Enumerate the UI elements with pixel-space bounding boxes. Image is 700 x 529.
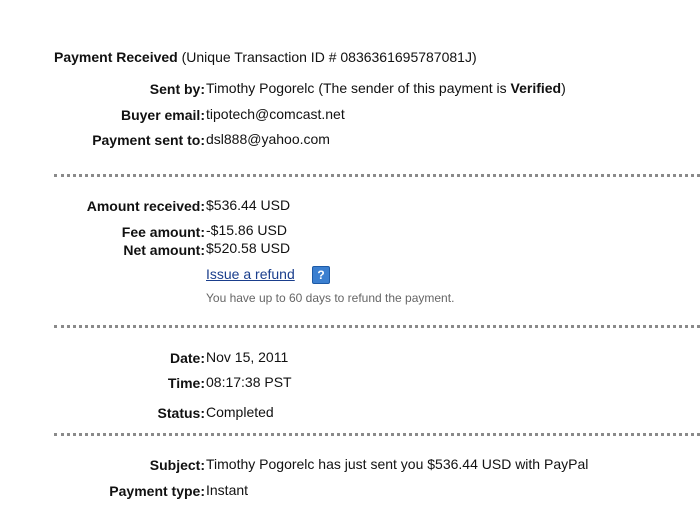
page-title: Payment Received [54, 49, 178, 65]
buyer-email-value: tipotech@comcast.net [206, 106, 345, 122]
refund-note: You have up to 60 days to refund the pay… [206, 291, 455, 305]
fee-amount-value: -$15.86 USD [206, 222, 287, 238]
separator [54, 325, 700, 328]
sent-by-label: Sent by: [149, 81, 205, 97]
transaction-id: (Unique Transaction ID # 083636169578708… [181, 49, 477, 65]
time-value: 08:17:38 PST [206, 374, 292, 390]
verified-prefix: (The sender of this payment is [318, 80, 511, 96]
payment-type-label: Payment type: [109, 483, 205, 499]
amount-received-value: $536.44 USD [206, 197, 291, 213]
net-amount-label: Net amount: [123, 242, 205, 258]
status-value: Completed [206, 404, 274, 420]
fee-amount-label: Fee amount: [121, 224, 205, 240]
separator [54, 174, 700, 177]
verified-status: Verified [510, 80, 562, 96]
date-label: Date: [169, 350, 205, 366]
sent-to-value: dsl888@yahoo.com [206, 131, 330, 147]
sender-name: Timothy Pogorelc [206, 80, 315, 96]
amount-received-label: Amount received: [86, 198, 205, 214]
status-label: Status: [157, 405, 205, 421]
payment-type-value: Instant [206, 482, 249, 498]
time-label: Time: [167, 375, 205, 391]
verified-suffix: ) [561, 80, 566, 96]
buyer-email-label: Buyer email: [120, 107, 205, 123]
subject-value: Timothy Pogorelc has just sent you $536.… [206, 456, 589, 472]
issue-refund-link[interactable]: Issue a refund [206, 266, 295, 282]
net-amount-value: $520.58 USD [206, 240, 291, 256]
sent-by-value: Timothy Pogorelc (The sender of this pay… [206, 80, 566, 96]
separator [54, 433, 700, 436]
payment-header: Payment Received (Unique Transaction ID … [54, 49, 477, 65]
date-value: Nov 15, 2011 [206, 349, 289, 365]
question-mark-icon[interactable]: ? [312, 266, 330, 284]
sent-to-label: Payment sent to: [92, 132, 205, 148]
subject-label: Subject: [149, 457, 205, 473]
